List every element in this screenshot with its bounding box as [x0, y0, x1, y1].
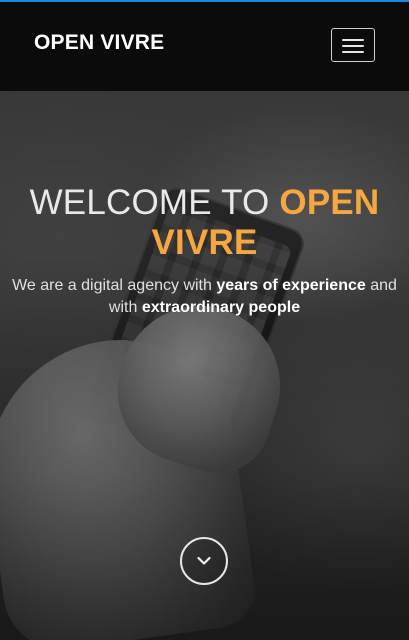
hamburger-menu-icon [342, 51, 364, 53]
page: OPEN VIVRE WELCOME TO OPEN VIVRE We are … [0, 0, 409, 640]
hero-title-prefix: WELCOME TO [29, 183, 270, 222]
menu-toggle-button[interactable] [331, 28, 375, 62]
hamburger-menu-icon [342, 39, 364, 41]
chevron-down-icon [197, 556, 211, 565]
hero-subtitle-bold1: years of experience [216, 277, 366, 294]
hero-content: WELCOME TO OPEN VIVRE We are a digital a… [0, 183, 409, 319]
scroll-down-button[interactable] [180, 537, 228, 585]
hero-subtitle-part1: We are a digital agency with [12, 277, 212, 294]
top-accent-line [0, 0, 409, 2]
hero-subtitle: We are a digital agency with years of ex… [8, 275, 401, 319]
brand-logo-text[interactable]: OPEN VIVRE [34, 31, 164, 55]
navbar: OPEN VIVRE [0, 0, 409, 91]
hero-title: WELCOME TO OPEN VIVRE [8, 183, 401, 263]
hamburger-menu-icon [342, 45, 364, 47]
hero-subtitle-bold2: extraordinary people [141, 299, 301, 316]
